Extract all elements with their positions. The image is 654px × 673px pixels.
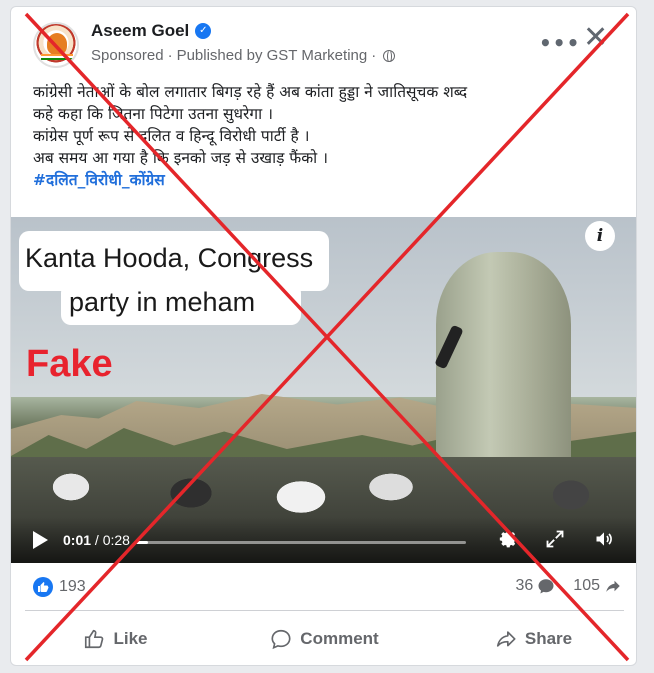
like-label: Like bbox=[113, 629, 148, 648]
video-player[interactable]: Kanta Hooda, Congress party in meham Fak… bbox=[11, 217, 636, 563]
comment-bubble-icon bbox=[538, 579, 554, 594]
comment-count-value: 36 bbox=[515, 577, 534, 594]
hashtag-link[interactable]: #दलित_विरोधी_कोंग्रेस bbox=[33, 171, 165, 189]
verified-badge-icon: ✓ bbox=[195, 23, 212, 39]
time-separator: / bbox=[91, 532, 103, 548]
post-text-line: कांग्रेस पूर्ण रूप से दलित व हिन्दू विरो… bbox=[33, 127, 310, 145]
comment-icon bbox=[271, 629, 291, 650]
play-icon[interactable] bbox=[33, 531, 48, 549]
fake-stamp: Fake bbox=[26, 343, 113, 385]
avatar-flag bbox=[41, 54, 73, 60]
author-name[interactable]: Aseem Goel bbox=[91, 21, 189, 41]
share-arrow-icon bbox=[606, 580, 620, 592]
volume-icon[interactable] bbox=[593, 529, 615, 549]
gear-icon[interactable] bbox=[499, 529, 519, 549]
video-controls: 0:01 / 0:28 bbox=[11, 517, 636, 563]
expand-icon[interactable] bbox=[545, 529, 565, 549]
post-text-line: कांग्रेसी नेताओं के बोल लगातार बिगड़ रहे… bbox=[33, 83, 468, 101]
share-count[interactable]: 105 bbox=[573, 577, 622, 595]
like-button[interactable]: Like bbox=[11, 619, 220, 659]
post-card: Aseem Goel ✓ Sponsored · Published by GS… bbox=[10, 6, 637, 666]
share-count-value: 105 bbox=[573, 577, 600, 594]
share-icon bbox=[496, 631, 516, 647]
comment-button[interactable]: Comment bbox=[220, 619, 429, 659]
sponsored-label[interactable]: Sponsored bbox=[91, 47, 164, 64]
globe-icon[interactable] bbox=[383, 49, 396, 63]
video-caption-line1: Kanta Hooda, Congress bbox=[25, 243, 314, 273]
meta-separator: · bbox=[167, 47, 173, 64]
progress-fill bbox=[136, 541, 148, 544]
share-button[interactable]: Share bbox=[429, 619, 636, 659]
video-time: 0:01 / 0:28 bbox=[63, 532, 130, 548]
author-row: Aseem Goel ✓ bbox=[91, 21, 212, 41]
progress-bar[interactable] bbox=[136, 541, 466, 544]
video-caption-line2: party in meham bbox=[69, 287, 256, 317]
like-reaction-icon bbox=[33, 577, 53, 597]
engagement-counts: 36 105 bbox=[516, 577, 623, 595]
action-bar: Like Comment Share bbox=[11, 619, 636, 659]
divider bbox=[25, 610, 624, 611]
duration: 0:28 bbox=[102, 532, 130, 548]
meta-separator-2: · bbox=[371, 47, 377, 64]
comment-count[interactable]: 36 bbox=[516, 577, 556, 595]
avatar-figure bbox=[47, 33, 67, 55]
post-text-line: अब समय आ गया है कि इनको जड़ से उखाड़ फैं… bbox=[33, 149, 328, 167]
thumbs-up-icon bbox=[85, 629, 104, 649]
more-options-button[interactable]: ••• bbox=[539, 31, 580, 55]
comment-label: Comment bbox=[300, 629, 379, 648]
post-meta: Sponsored · Published by GST Marketing · bbox=[91, 47, 396, 64]
published-by-label[interactable]: Published by GST Marketing bbox=[177, 47, 368, 64]
current-time: 0:01 bbox=[63, 532, 92, 548]
close-button[interactable]: ✕ bbox=[583, 23, 608, 53]
reaction-count: 193 bbox=[59, 578, 86, 595]
share-label: Share bbox=[524, 629, 573, 648]
avatar[interactable] bbox=[33, 22, 79, 68]
info-button[interactable]: i bbox=[585, 221, 615, 251]
post-text: कांग्रेसी नेताओं के बोल लगातार बिगड़ रहे… bbox=[33, 81, 633, 191]
reactions-summary[interactable]: 193 bbox=[33, 577, 86, 597]
post-text-line: कहे कहा कि जितना पिटेगा उतना सुधरेगा । bbox=[33, 105, 273, 123]
